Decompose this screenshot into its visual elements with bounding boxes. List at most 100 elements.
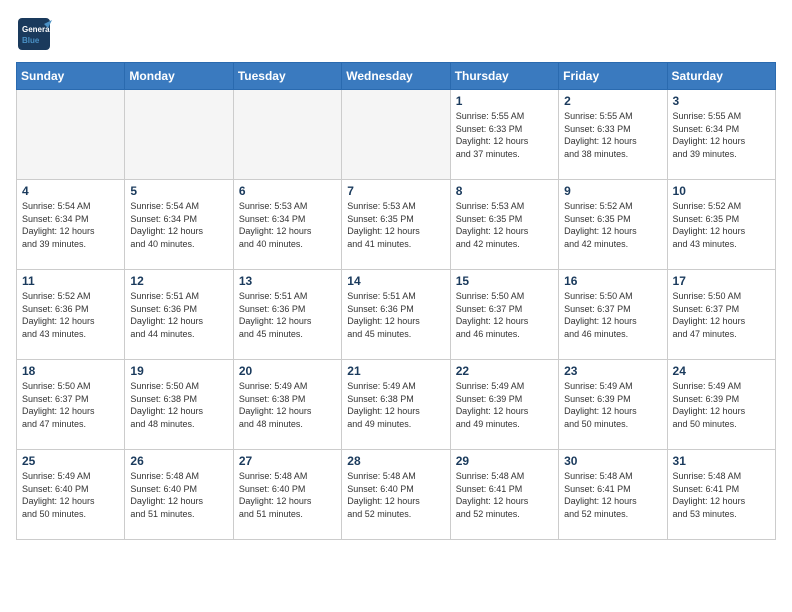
day-info: Sunrise: 5:48 AM Sunset: 6:40 PM Dayligh… — [239, 470, 336, 520]
day-info: Sunrise: 5:48 AM Sunset: 6:41 PM Dayligh… — [564, 470, 661, 520]
calendar-day-cell — [342, 90, 450, 180]
calendar-day-cell: 14 Sunrise: 5:51 AM Sunset: 6:36 PM Dayli… — [342, 270, 450, 360]
day-number: 14 — [347, 274, 444, 288]
day-info: Sunrise: 5:49 AM Sunset: 6:38 PM Dayligh… — [347, 380, 444, 430]
calendar-day-cell: 20 Sunrise: 5:49 AM Sunset: 6:38 PM Dayli… — [233, 360, 341, 450]
day-number: 20 — [239, 364, 336, 378]
day-number: 23 — [564, 364, 661, 378]
calendar-day-cell: 13 Sunrise: 5:51 AM Sunset: 6:36 PM Dayli… — [233, 270, 341, 360]
day-info: Sunrise: 5:52 AM Sunset: 6:36 PM Dayligh… — [22, 290, 119, 340]
day-info: Sunrise: 5:51 AM Sunset: 6:36 PM Dayligh… — [239, 290, 336, 340]
day-info: Sunrise: 5:48 AM Sunset: 6:40 PM Dayligh… — [130, 470, 227, 520]
day-number: 16 — [564, 274, 661, 288]
day-number: 12 — [130, 274, 227, 288]
day-info: Sunrise: 5:53 AM Sunset: 6:35 PM Dayligh… — [456, 200, 553, 250]
day-info: Sunrise: 5:48 AM Sunset: 6:40 PM Dayligh… — [347, 470, 444, 520]
calendar-day-cell — [17, 90, 125, 180]
calendar-day-cell — [125, 90, 233, 180]
day-info: Sunrise: 5:51 AM Sunset: 6:36 PM Dayligh… — [347, 290, 444, 340]
day-info: Sunrise: 5:50 AM Sunset: 6:37 PM Dayligh… — [564, 290, 661, 340]
day-info: Sunrise: 5:55 AM Sunset: 6:34 PM Dayligh… — [673, 110, 770, 160]
calendar-day-cell: 9 Sunrise: 5:52 AM Sunset: 6:35 PM Daylig… — [559, 180, 667, 270]
day-number: 26 — [130, 454, 227, 468]
calendar-day-cell: 8 Sunrise: 5:53 AM Sunset: 6:35 PM Daylig… — [450, 180, 558, 270]
day-info: Sunrise: 5:55 AM Sunset: 6:33 PM Dayligh… — [456, 110, 553, 160]
calendar-header-row: SundayMondayTuesdayWednesdayThursdayFrid… — [17, 63, 776, 90]
day-number: 24 — [673, 364, 770, 378]
day-number: 13 — [239, 274, 336, 288]
day-number: 31 — [673, 454, 770, 468]
day-info: Sunrise: 5:49 AM Sunset: 6:39 PM Dayligh… — [673, 380, 770, 430]
calendar-day-cell: 19 Sunrise: 5:50 AM Sunset: 6:38 PM Dayli… — [125, 360, 233, 450]
calendar-day-cell: 24 Sunrise: 5:49 AM Sunset: 6:39 PM Dayli… — [667, 360, 775, 450]
page-header: General Blue — [16, 16, 776, 52]
calendar-table: SundayMondayTuesdayWednesdayThursdayFrid… — [16, 62, 776, 540]
calendar-day-cell: 4 Sunrise: 5:54 AM Sunset: 6:34 PM Daylig… — [17, 180, 125, 270]
calendar-day-cell: 5 Sunrise: 5:54 AM Sunset: 6:34 PM Daylig… — [125, 180, 233, 270]
day-header-monday: Monday — [125, 63, 233, 90]
day-info: Sunrise: 5:53 AM Sunset: 6:35 PM Dayligh… — [347, 200, 444, 250]
day-number: 17 — [673, 274, 770, 288]
day-number: 7 — [347, 184, 444, 198]
day-info: Sunrise: 5:51 AM Sunset: 6:36 PM Dayligh… — [130, 290, 227, 340]
day-info: Sunrise: 5:50 AM Sunset: 6:38 PM Dayligh… — [130, 380, 227, 430]
day-number: 9 — [564, 184, 661, 198]
day-number: 11 — [22, 274, 119, 288]
day-info: Sunrise: 5:54 AM Sunset: 6:34 PM Dayligh… — [130, 200, 227, 250]
calendar-day-cell: 29Sunrise: 5:48 AM Sunset: 6:41 PM Dayli… — [450, 450, 558, 540]
day-info: Sunrise: 5:52 AM Sunset: 6:35 PM Dayligh… — [564, 200, 661, 250]
day-header-thursday: Thursday — [450, 63, 558, 90]
day-number: 25 — [22, 454, 119, 468]
logo-icon: General Blue — [16, 16, 52, 52]
calendar-day-cell: 21 Sunrise: 5:49 AM Sunset: 6:38 PM Dayli… — [342, 360, 450, 450]
day-number: 27 — [239, 454, 336, 468]
calendar-day-cell: 2Sunrise: 5:55 AM Sunset: 6:33 PM Daylig… — [559, 90, 667, 180]
day-info: Sunrise: 5:49 AM Sunset: 6:40 PM Dayligh… — [22, 470, 119, 520]
day-number: 3 — [673, 94, 770, 108]
day-header-sunday: Sunday — [17, 63, 125, 90]
day-number: 10 — [673, 184, 770, 198]
calendar-day-cell: 25 Sunrise: 5:49 AM Sunset: 6:40 PM Dayli… — [17, 450, 125, 540]
calendar-week-row: 11 Sunrise: 5:52 AM Sunset: 6:36 PM Dayli… — [17, 270, 776, 360]
calendar-day-cell: 3 Sunrise: 5:55 AM Sunset: 6:34 PM Daylig… — [667, 90, 775, 180]
calendar-day-cell: 26 Sunrise: 5:48 AM Sunset: 6:40 PM Dayli… — [125, 450, 233, 540]
day-header-saturday: Saturday — [667, 63, 775, 90]
day-info: Sunrise: 5:54 AM Sunset: 6:34 PM Dayligh… — [22, 200, 119, 250]
calendar-day-cell: 16 Sunrise: 5:50 AM Sunset: 6:37 PM Dayli… — [559, 270, 667, 360]
day-info: Sunrise: 5:53 AM Sunset: 6:34 PM Dayligh… — [239, 200, 336, 250]
day-number: 22 — [456, 364, 553, 378]
day-info: Sunrise: 5:52 AM Sunset: 6:35 PM Dayligh… — [673, 200, 770, 250]
day-info: Sunrise: 5:50 AM Sunset: 6:37 PM Dayligh… — [22, 380, 119, 430]
day-number: 6 — [239, 184, 336, 198]
day-number: 15 — [456, 274, 553, 288]
calendar-week-row: 25 Sunrise: 5:49 AM Sunset: 6:40 PM Dayli… — [17, 450, 776, 540]
day-info: Sunrise: 5:50 AM Sunset: 6:37 PM Dayligh… — [456, 290, 553, 340]
day-number: 8 — [456, 184, 553, 198]
day-number: 1 — [456, 94, 553, 108]
calendar-day-cell: 7 Sunrise: 5:53 AM Sunset: 6:35 PM Daylig… — [342, 180, 450, 270]
day-number: 2 — [564, 94, 661, 108]
calendar-day-cell: 23 Sunrise: 5:49 AM Sunset: 6:39 PM Dayli… — [559, 360, 667, 450]
day-info: Sunrise: 5:50 AM Sunset: 6:37 PM Dayligh… — [673, 290, 770, 340]
day-number: 18 — [22, 364, 119, 378]
calendar-week-row: 1 Sunrise: 5:55 AM Sunset: 6:33 PM Daylig… — [17, 90, 776, 180]
day-info: Sunrise: 5:48 AM Sunset: 6:41 PM Dayligh… — [673, 470, 770, 520]
calendar-day-cell: 15 Sunrise: 5:50 AM Sunset: 6:37 PM Dayli… — [450, 270, 558, 360]
calendar-day-cell: 17 Sunrise: 5:50 AM Sunset: 6:37 PM Dayli… — [667, 270, 775, 360]
day-number: 28 — [347, 454, 444, 468]
day-number: 21 — [347, 364, 444, 378]
calendar-day-cell: 18 Sunrise: 5:50 AM Sunset: 6:37 PM Dayli… — [17, 360, 125, 450]
calendar-day-cell: 1 Sunrise: 5:55 AM Sunset: 6:33 PM Daylig… — [450, 90, 558, 180]
calendar-day-cell: 28 Sunrise: 5:48 AM Sunset: 6:40 PM Dayli… — [342, 450, 450, 540]
day-number: 4 — [22, 184, 119, 198]
day-info: Sunrise: 5:49 AM Sunset: 6:39 PM Dayligh… — [564, 380, 661, 430]
calendar-day-cell: 22 Sunrise: 5:49 AM Sunset: 6:39 PM Dayli… — [450, 360, 558, 450]
calendar-day-cell: 31 Sunrise: 5:48 AM Sunset: 6:41 PM Dayli… — [667, 450, 775, 540]
calendar-day-cell: 30Sunrise: 5:48 AM Sunset: 6:41 PM Dayli… — [559, 450, 667, 540]
day-info: Sunrise: 5:49 AM Sunset: 6:38 PM Dayligh… — [239, 380, 336, 430]
day-number: 5 — [130, 184, 227, 198]
day-number: 19 — [130, 364, 227, 378]
day-info: Sunrise: 5:48 AM Sunset: 6:41 PM Dayligh… — [456, 470, 553, 520]
day-info: Sunrise: 5:49 AM Sunset: 6:39 PM Dayligh… — [456, 380, 553, 430]
calendar-day-cell: 11 Sunrise: 5:52 AM Sunset: 6:36 PM Dayli… — [17, 270, 125, 360]
